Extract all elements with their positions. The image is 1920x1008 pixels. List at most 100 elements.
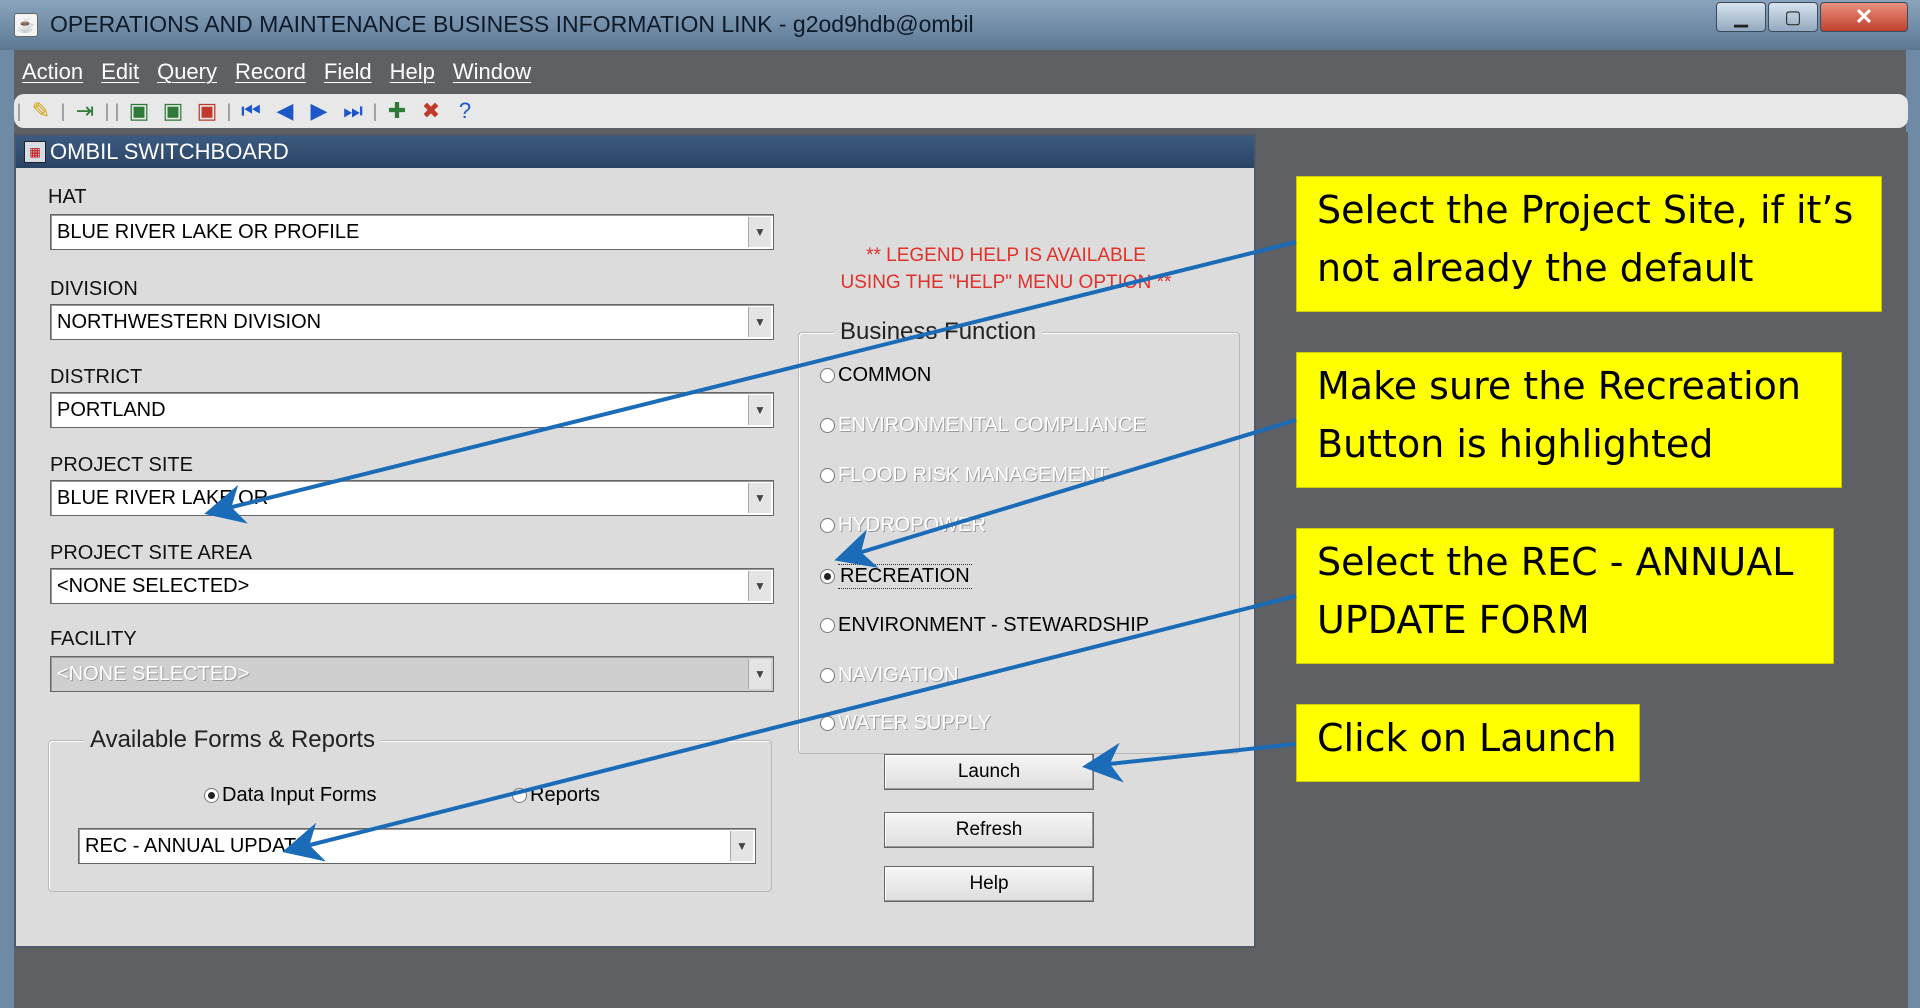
- project-site-area-select[interactable]: <NONE SELECTED> ▼: [50, 568, 774, 604]
- radio-button[interactable]: [512, 788, 527, 803]
- radio-label: RECREATION: [838, 564, 972, 589]
- callout-project-site: Select the Project Site, if it’s not alr…: [1296, 176, 1882, 312]
- save-icon[interactable]: ✎: [24, 96, 58, 126]
- switchboard-titlebar[interactable]: ▦ OMBIL SWITCHBOARD: [16, 136, 1254, 168]
- division-select[interactable]: NORTHWESTERN DIVISION ▼: [50, 304, 774, 340]
- radio-button[interactable]: [820, 368, 835, 383]
- form-icon: ▦: [24, 141, 46, 163]
- switchboard-body: HAT BLUE RIVER LAKE OR PROFILE ▼ DIVISIO…: [16, 168, 1254, 946]
- cancel-query-icon[interactable]: ▣: [190, 96, 224, 126]
- launch-button[interactable]: Launch: [884, 754, 1094, 790]
- callout-line: Select the REC - ANNUAL: [1317, 540, 1794, 584]
- callout-recreation: Make sure the Recreation Button is highl…: [1296, 352, 1842, 488]
- execute-query-icon[interactable]: ▣: [156, 96, 190, 126]
- radio-navigation: NAVIGATION: [820, 664, 958, 687]
- close-button[interactable]: ✕: [1820, 2, 1908, 32]
- radio-label: Reports: [530, 784, 601, 806]
- radio-button-selected[interactable]: [204, 788, 219, 803]
- delete-record-icon[interactable]: ✖: [414, 96, 448, 126]
- radio-environment-stewardship[interactable]: ENVIRONMENT - STEWARDSHIP: [820, 614, 1149, 637]
- menu-record[interactable]: Record: [235, 59, 306, 85]
- window-title: OPERATIONS AND MAINTENANCE BUSINESS INFO…: [50, 11, 974, 37]
- window-titlebar[interactable]: ☕ OPERATIONS AND MAINTENANCE BUSINESS IN…: [0, 0, 1920, 50]
- toolbar-separator: |: [226, 100, 232, 121]
- menu-query[interactable]: Query: [157, 59, 217, 85]
- help-icon[interactable]: ?: [448, 96, 482, 126]
- help-button[interactable]: Help: [884, 866, 1094, 902]
- switchboard-title: OMBIL SWITCHBOARD: [50, 139, 289, 164]
- hat-value: BLUE RIVER LAKE OR PROFILE: [57, 221, 360, 243]
- district-label: DISTRICT: [50, 366, 143, 388]
- radio-label: NAVIGATION: [838, 664, 959, 686]
- callout-line: Make sure the Recreation: [1317, 364, 1801, 408]
- minimize-button[interactable]: ▁: [1716, 2, 1766, 32]
- first-record-icon[interactable]: ⏮: [234, 96, 268, 126]
- radio-label: ENVIRONMENT - STEWARDSHIP: [838, 614, 1150, 636]
- window-controls: ▁ ▢ ✕: [1716, 2, 1908, 32]
- radio-data-input-forms[interactable]: Data Input Forms: [204, 784, 377, 807]
- window-frame-right: [1906, 50, 1920, 1008]
- radio-button: [820, 716, 835, 731]
- menu-action[interactable]: Action: [22, 59, 83, 85]
- radio-label: FLOOD RISK MANAGEMENT: [838, 464, 1109, 486]
- district-select[interactable]: PORTLAND ▼: [50, 392, 774, 428]
- last-record-icon[interactable]: ⏭: [336, 96, 370, 126]
- maximize-button[interactable]: ▢: [1768, 2, 1818, 32]
- toolbar-separator: |: [114, 100, 120, 121]
- insert-record-icon[interactable]: ✚: [380, 96, 414, 126]
- hat-select[interactable]: BLUE RIVER LAKE OR PROFILE ▼: [50, 214, 774, 250]
- toolbar: | ✎ | ⇥ | | ▣ ▣ ▣ | ⏮ ◀ ▶ ⏭ | ✚ ✖ ?: [14, 94, 1908, 128]
- legend-help-note: ** LEGEND HELP IS AVAILABLE USING THE "H…: [816, 242, 1196, 296]
- division-label: DIVISION: [50, 278, 138, 300]
- facility-select: <NONE SELECTED> ▼: [50, 656, 774, 692]
- window-frame-left: [0, 50, 14, 1008]
- callout-line: Click on Launch: [1317, 716, 1617, 760]
- menu-field[interactable]: Field: [324, 59, 372, 85]
- radio-label: WATER SUPPLY: [838, 712, 991, 734]
- toolbar-separator: |: [104, 100, 110, 121]
- legend-help-line1: ** LEGEND HELP IS AVAILABLE: [866, 245, 1146, 266]
- chevron-down-icon[interactable]: ▼: [730, 831, 753, 861]
- refresh-button[interactable]: Refresh: [884, 812, 1094, 848]
- radio-water-supply: WATER SUPPLY: [820, 712, 991, 735]
- toolbar-separator: |: [60, 100, 66, 121]
- project-site-value: BLUE RIVER LAKE OR: [57, 487, 269, 509]
- radio-hydropower: HYDROPOWER: [820, 514, 986, 537]
- facility-label: FACILITY: [50, 628, 137, 650]
- facility-value: <NONE SELECTED>: [57, 663, 250, 685]
- chevron-down-icon[interactable]: ▼: [748, 307, 771, 337]
- callout-form: Select the REC - ANNUAL UPDATE FORM: [1296, 528, 1834, 664]
- callout-line: UPDATE FORM: [1317, 598, 1590, 642]
- chevron-down-icon[interactable]: ▼: [748, 571, 771, 601]
- project-site-area-label: PROJECT SITE AREA: [50, 542, 252, 564]
- business-function-group: [798, 332, 1240, 754]
- switchboard-window: ▦ OMBIL SWITCHBOARD HAT BLUE RIVER LAKE …: [14, 134, 1256, 948]
- callout-line: Button is highlighted: [1317, 422, 1714, 466]
- next-record-icon[interactable]: ▶: [302, 96, 336, 126]
- radio-button: [820, 518, 835, 533]
- hat-label: HAT: [48, 186, 87, 208]
- business-function-title: Business Function: [834, 318, 1043, 346]
- chevron-down-icon[interactable]: ▼: [748, 395, 771, 425]
- menu-window[interactable]: Window: [453, 59, 531, 85]
- enter-query-icon[interactable]: ▣: [122, 96, 156, 126]
- radio-label: COMMON: [838, 364, 932, 386]
- radio-label: HYDROPOWER: [838, 514, 986, 536]
- menu-bar: Action Edit Query Record Field Help Wind…: [14, 54, 1906, 90]
- project-site-select[interactable]: BLUE RIVER LAKE OR ▼: [50, 480, 774, 516]
- radio-label: ENVIRONMENTAL COMPLIANCE: [838, 414, 1146, 436]
- menu-help[interactable]: Help: [390, 59, 435, 85]
- exit-icon[interactable]: ⇥: [68, 96, 102, 126]
- radio-reports[interactable]: Reports: [512, 784, 600, 807]
- radio-button[interactable]: [820, 618, 835, 633]
- radio-recreation[interactable]: RECREATION: [820, 564, 972, 589]
- menu-edit[interactable]: Edit: [101, 59, 139, 85]
- form-select[interactable]: REC - ANNUAL UPDATE ▼: [78, 828, 756, 864]
- previous-record-icon[interactable]: ◀: [268, 96, 302, 126]
- chevron-down-icon[interactable]: ▼: [748, 217, 771, 247]
- project-site-label: PROJECT SITE: [50, 454, 193, 476]
- chevron-down-icon[interactable]: ▼: [748, 483, 771, 513]
- callout-line: not already the default: [1317, 246, 1754, 290]
- radio-common[interactable]: COMMON: [820, 364, 931, 387]
- radio-button-selected[interactable]: [820, 569, 835, 584]
